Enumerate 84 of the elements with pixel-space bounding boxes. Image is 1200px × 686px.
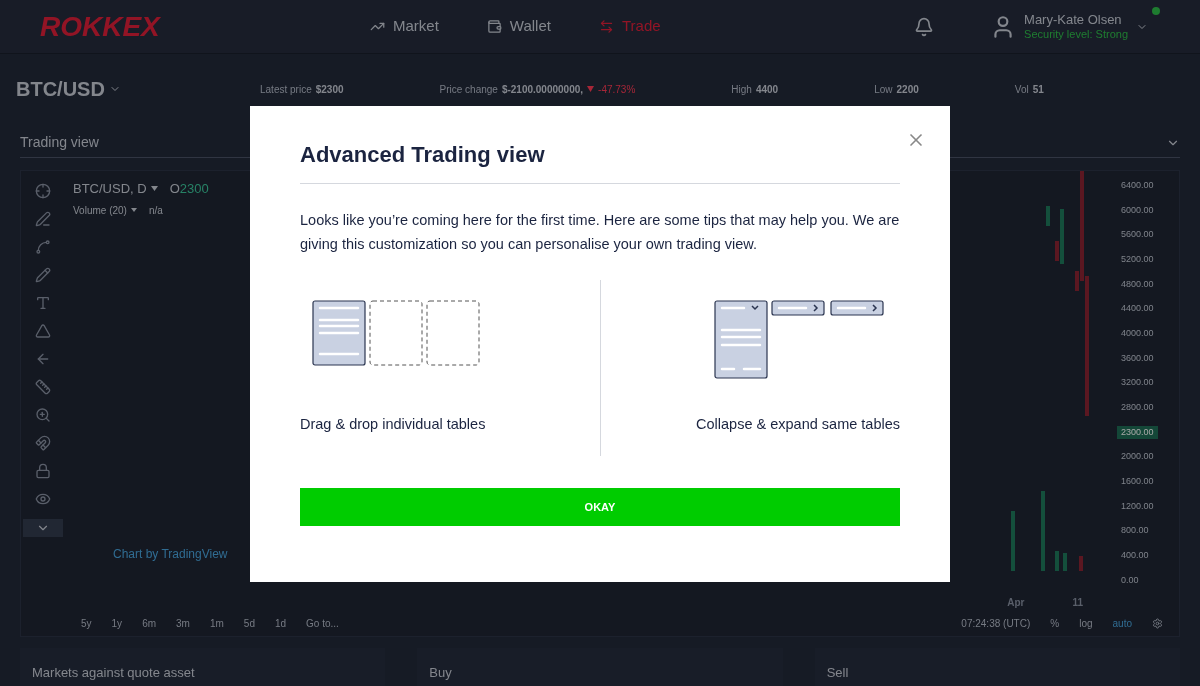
stat-value: 51 — [1032, 82, 1044, 97]
volume-bar — [1055, 551, 1059, 571]
stat-value: 4400 — [755, 82, 779, 97]
chart-watermark: Chart by TradingView — [113, 546, 228, 563]
nav-link[interactable]: Wallet — [486, 15, 551, 38]
price-axis-label: 2800.00 — [1121, 400, 1155, 414]
panel-title: Trading view — [20, 133, 99, 152]
zoom-in-icon[interactable] — [35, 407, 51, 423]
price-axis-label: 2000.00 — [1121, 450, 1155, 464]
price-axis-label: 6000.00 — [1121, 203, 1155, 217]
tip-caption: Collapse & expand same tables — [696, 415, 900, 435]
panel-title: Markets against quote asset — [32, 665, 195, 680]
price-axis-label: 6400.00 — [1121, 179, 1155, 192]
user-name[interactable]: Mary-Kate Olsen — [1024, 11, 1128, 28]
price-axis-label: 400.00 — [1121, 548, 1150, 562]
volume-value: n/a — [148, 203, 163, 218]
panel-title: Buy — [429, 665, 452, 680]
price-axis-label: 0.00 — [1121, 573, 1140, 587]
wallet-icon — [486, 19, 502, 34]
scale-toggle[interactable]: log — [1079, 615, 1093, 631]
notifications-icon[interactable] — [914, 16, 935, 37]
volume-indicator[interactable]: Volume (20) — [73, 202, 127, 218]
settings-icon[interactable] — [1152, 617, 1163, 629]
stat-value: $-2100.00000000, — [501, 82, 584, 97]
price-axis-label: 4800.00 — [1121, 277, 1155, 291]
pen-line-icon[interactable] — [35, 211, 51, 227]
price-axis-label: 800.00 — [1121, 524, 1150, 538]
time-axis-label: Apr — [1007, 596, 1025, 610]
dialog-title: Advanced Trading view — [300, 138, 900, 184]
security-level: Security level: Strong — [1024, 27, 1128, 42]
crosshair-icon[interactable] — [35, 183, 51, 199]
stat-label: Low — [874, 82, 893, 97]
chart-clock: 07:24:38 (UTC) — [961, 616, 1031, 631]
pair-selector[interactable]: BTC/USD — [16, 74, 105, 104]
price-axis-label: 4400.00 — [1121, 302, 1155, 316]
open-value: 2300 — [179, 180, 209, 198]
volume-bar — [1079, 556, 1083, 571]
scale-toggle[interactable]: % — [1050, 615, 1060, 631]
stat-label: High — [731, 82, 752, 97]
current-price-badge: 2300.00 — [1117, 425, 1158, 440]
volume-bar — [1011, 511, 1015, 571]
price-axis-label: 3600.00 — [1121, 351, 1155, 365]
stat-value: 2200 — [896, 82, 919, 97]
stat-label: Vol — [1014, 82, 1029, 97]
ruler-icon[interactable] — [35, 379, 51, 395]
time-axis-label: 11 — [1072, 596, 1083, 610]
magnet-icon[interactable] — [35, 435, 51, 451]
range-button[interactable]: 5d — [243, 615, 255, 631]
dropdown-triangle-icon[interactable] — [150, 186, 158, 192]
range-button[interactable]: 5y — [81, 615, 92, 631]
price-change-percent: -47.73% — [598, 82, 636, 97]
tip-caption: Drag & drop individual tables — [300, 415, 486, 435]
range-button[interactable]: 1y — [111, 615, 123, 631]
trade-icon — [598, 19, 614, 34]
volume-bar — [1063, 553, 1067, 571]
dialog-message: Looks like you’re coming here for the first time. Here are some tips that may help you. We are giving this customization so you can personalise your own trading view. — [300, 211, 900, 254]
nav-link[interactable]: Market — [370, 15, 439, 38]
price-axis-label: 3200.00 — [1121, 376, 1155, 390]
range-button[interactable]: 6m — [142, 615, 157, 631]
stat-label: Latest price — [260, 82, 312, 97]
text-icon[interactable] — [35, 295, 51, 311]
range-button[interactable]: 1m — [209, 615, 224, 631]
price-axis-label: 1200.00 — [1121, 499, 1155, 513]
price-axis-label: 5200.00 — [1121, 252, 1155, 266]
price-axis-label: 1600.00 — [1121, 474, 1155, 488]
range-button[interactable]: 3m — [176, 615, 190, 631]
triangle-icon[interactable] — [35, 323, 51, 339]
chart-symbol[interactable]: BTC/USD, D — [73, 179, 147, 199]
candle — [1046, 206, 1050, 226]
price-axis-label: 5600.00 — [1121, 228, 1155, 242]
range-button[interactable]: Go to... — [306, 615, 339, 631]
dropdown-triangle-icon[interactable] — [130, 208, 137, 212]
eye-icon[interactable] — [35, 491, 51, 507]
stat-label: Price change — [439, 82, 498, 97]
open-label: O — [169, 180, 180, 198]
panel-title: Sell — [826, 665, 849, 680]
pencil-icon[interactable] — [35, 267, 51, 283]
lock-icon[interactable] — [35, 463, 51, 479]
curve-icon[interactable] — [35, 239, 51, 255]
stat-value: $2300 — [315, 82, 344, 97]
price-axis-label: 4000.00 — [1121, 326, 1155, 340]
scale-toggle[interactable]: auto — [1112, 615, 1132, 631]
down-triangle-icon — [587, 86, 595, 92]
range-button[interactable]: 1d — [274, 615, 287, 631]
